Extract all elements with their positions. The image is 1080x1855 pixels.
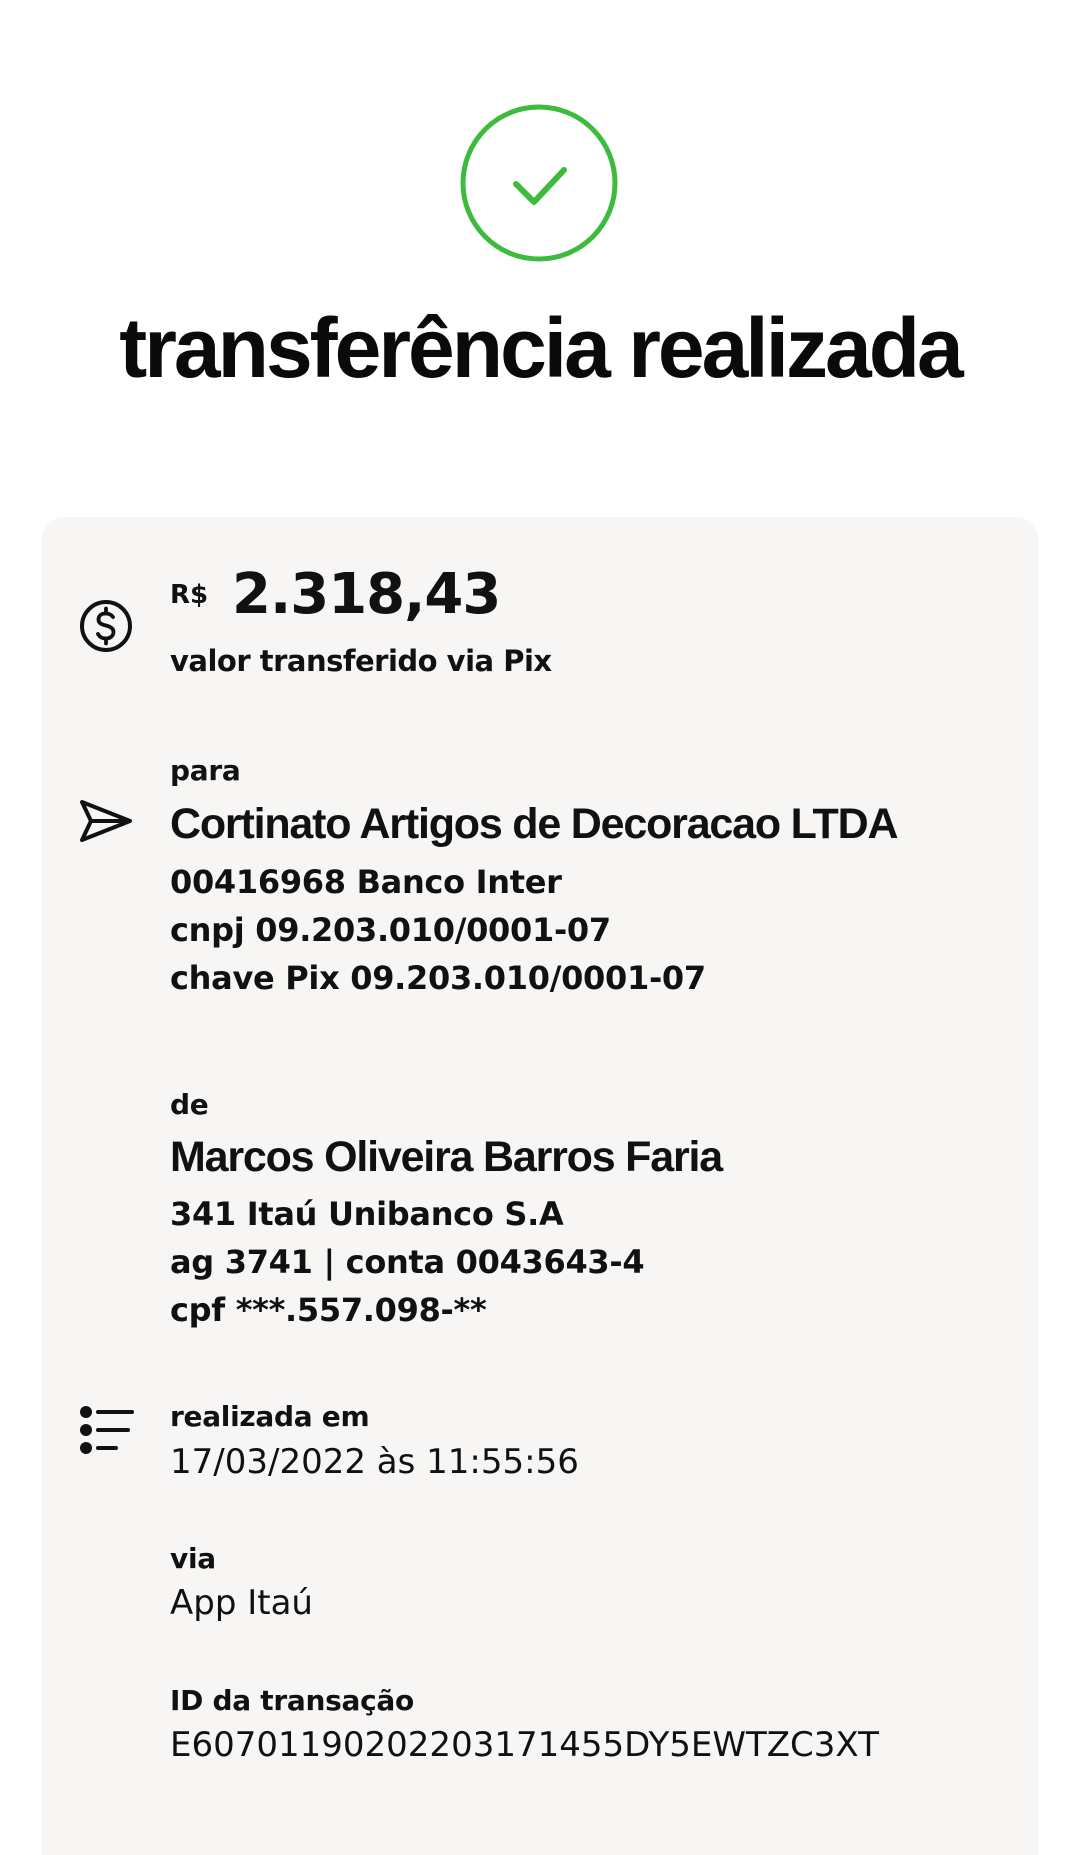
sender-name: Marcos Oliveira Barros Faria [170,1133,723,1181]
recipient-pix-key: chave Pix 09.203.010/0001-07 [170,959,706,997]
sender-bank: 341 Itaú Unibanco S.A [170,1195,564,1233]
transaction-id-label: ID da transação [170,1684,414,1717]
success-check-icon [460,104,618,262]
list-icon [78,1404,134,1460]
receipt-card [42,517,1038,1855]
page-title: transferência realizada [119,301,963,395]
sender-account: ag 3741 | conta 0043643-4 [170,1243,645,1281]
dollar-circle-icon [78,598,134,654]
send-icon [78,794,134,850]
via-value: App Itaú [170,1583,313,1623]
date-label: realizada em [170,1400,370,1433]
via-label: via [170,1542,216,1575]
amount-currency: R$ [170,580,209,610]
date-value: 17/03/2022 às 11:55:56 [170,1442,579,1482]
recipient-cnpj: cnpj 09.203.010/0001-07 [170,911,611,949]
amount-value: 2.318,43 [232,562,501,627]
amount-label: valor transferido via Pix [170,644,552,678]
recipient-label: para [170,754,241,787]
recipient-name: Cortinato Artigos de Decoracao LTDA [170,800,899,848]
sender-cpf: cpf ***.557.098-** [170,1291,487,1329]
transaction-id-value: E60701190202203171455DY5EWTZC3XT [170,1725,879,1765]
sender-label: de [170,1088,209,1121]
recipient-bank: 00416968 Banco Inter [170,863,562,901]
